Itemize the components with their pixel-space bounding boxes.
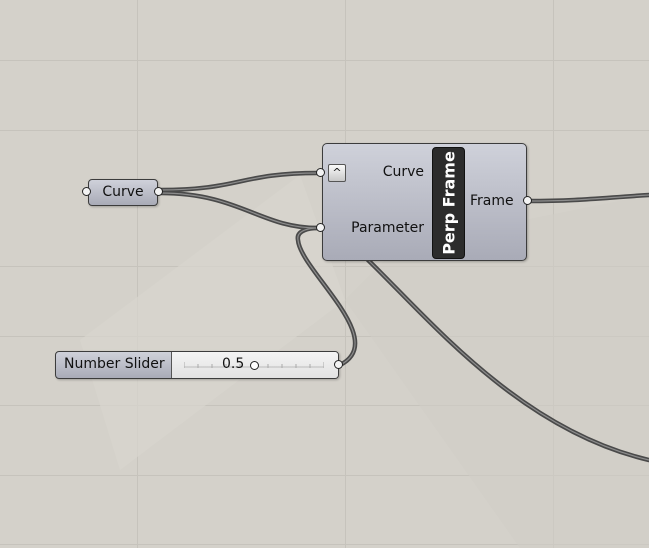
input-label-curve: Curve [382, 164, 424, 180]
number-slider-track[interactable]: 0.5 [172, 352, 338, 378]
slider-grip[interactable] [250, 361, 259, 370]
curve-param-label: Curve [102, 184, 144, 200]
perp-frame-frame-output-port[interactable] [523, 196, 532, 205]
input-label-parameter: Parameter [351, 220, 424, 236]
perp-frame-curve-input-port[interactable] [316, 168, 325, 177]
number-slider-label-box: Number Slider [56, 352, 172, 378]
number-slider-node[interactable]: Number Slider 0.5 [55, 351, 339, 379]
component-name: Perp Frame [439, 151, 458, 255]
number-slider-label: Number Slider [64, 356, 165, 372]
curve-param-input-port[interactable] [82, 187, 91, 196]
output-label-frame: Frame [470, 193, 514, 209]
number-slider-output-port[interactable] [334, 360, 343, 369]
grasshopper-canvas[interactable]: Curve ^ Curve Parameter Perp Frame Frame… [0, 0, 649, 548]
wires [157, 170, 649, 463]
perp-frame-parameter-input-port[interactable] [316, 223, 325, 232]
perp-frame-component[interactable]: ^ Curve Parameter Perp Frame Frame [322, 143, 527, 261]
component-name-block[interactable]: Perp Frame [432, 147, 465, 259]
number-slider-value: 0.5 [222, 356, 245, 372]
curve-param-node[interactable]: Curve [88, 179, 158, 206]
curve-param-output-port[interactable] [154, 187, 163, 196]
chevron-up-icon[interactable]: ^ [328, 164, 346, 182]
